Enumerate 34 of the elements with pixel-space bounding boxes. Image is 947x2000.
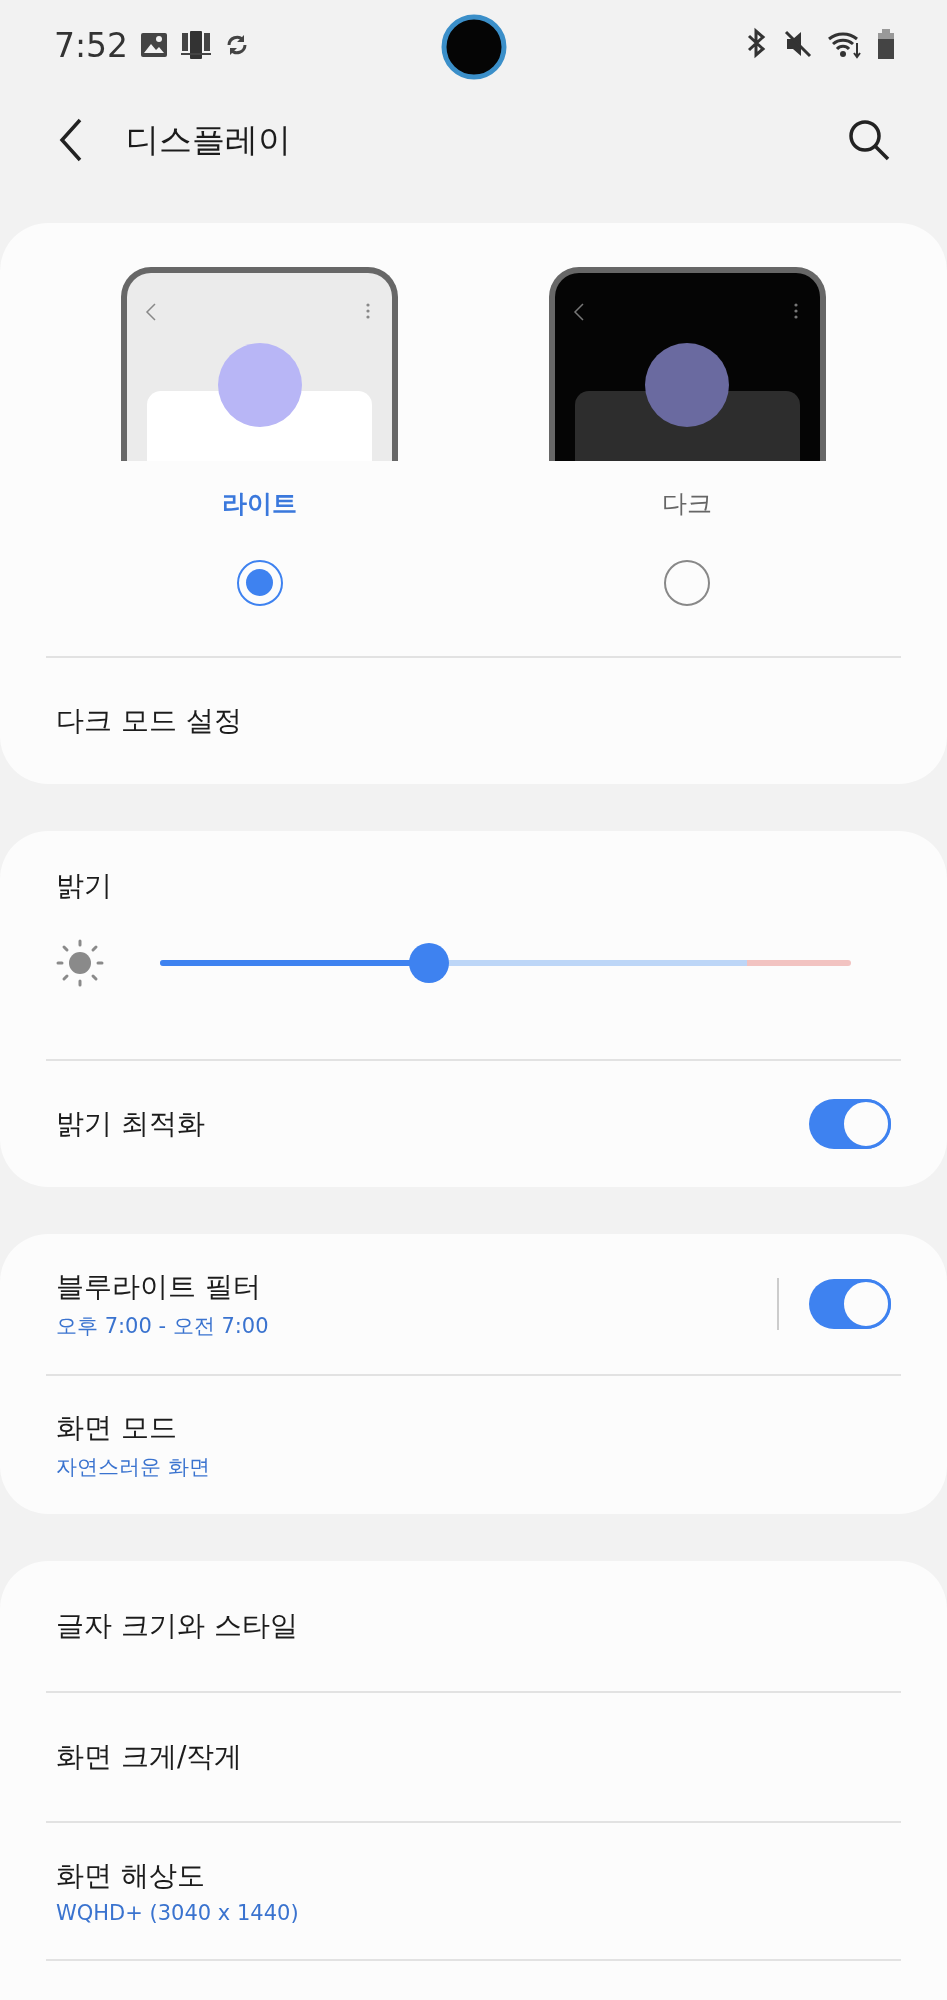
setting-label[interactable]: 글자 크기와 스타일 xyxy=(56,1607,891,1645)
setting-label[interactable]: 화면 모드 xyxy=(56,1409,891,1447)
setting-value: 자연스러운 화면 xyxy=(56,1454,211,1481)
setting-label[interactable]: 블루라이트 필터 xyxy=(56,1268,777,1306)
image-icon xyxy=(140,32,169,58)
setting-value: 오후 7:00 - 오전 7:00 xyxy=(56,1313,270,1340)
phone-screen-icon xyxy=(180,29,213,61)
setting-label[interactable]: 밝기 최적화 xyxy=(56,1105,809,1143)
battery-icon xyxy=(877,29,895,59)
setting-label[interactable]: 다크 모드 설정 xyxy=(56,702,891,740)
theme-label: 다크 xyxy=(662,488,713,520)
radio-button[interactable] xyxy=(664,560,711,606)
slider-thumb[interactable] xyxy=(409,943,450,983)
back-icon xyxy=(572,303,585,321)
section-title: 밝기 xyxy=(56,868,113,904)
status-time: 7:52 xyxy=(54,25,129,65)
page-title: 디스플레이 xyxy=(126,118,292,161)
setting-label[interactable]: 화면 크게/작게 xyxy=(56,1738,891,1776)
toggle-switch[interactable] xyxy=(809,1099,891,1149)
brightness-icon xyxy=(56,939,104,987)
setting-label[interactable]: 화면 해상도 xyxy=(56,1857,891,1895)
more-icon xyxy=(366,303,371,319)
search-button[interactable] xyxy=(847,118,891,162)
setting-value: WQHD+ (3040 x 1440) xyxy=(56,1901,300,1925)
mute-icon xyxy=(783,29,813,59)
theme-label: 라이트 xyxy=(222,488,298,520)
toggle-switch[interactable] xyxy=(809,1279,891,1329)
theme-preview[interactable] xyxy=(548,267,826,461)
more-icon xyxy=(793,303,798,319)
back-icon xyxy=(145,303,158,321)
brightness-slider[interactable] xyxy=(160,943,851,983)
radio-button[interactable] xyxy=(236,560,283,606)
camera-cutout-icon xyxy=(441,14,507,80)
theme-preview[interactable] xyxy=(121,267,399,461)
